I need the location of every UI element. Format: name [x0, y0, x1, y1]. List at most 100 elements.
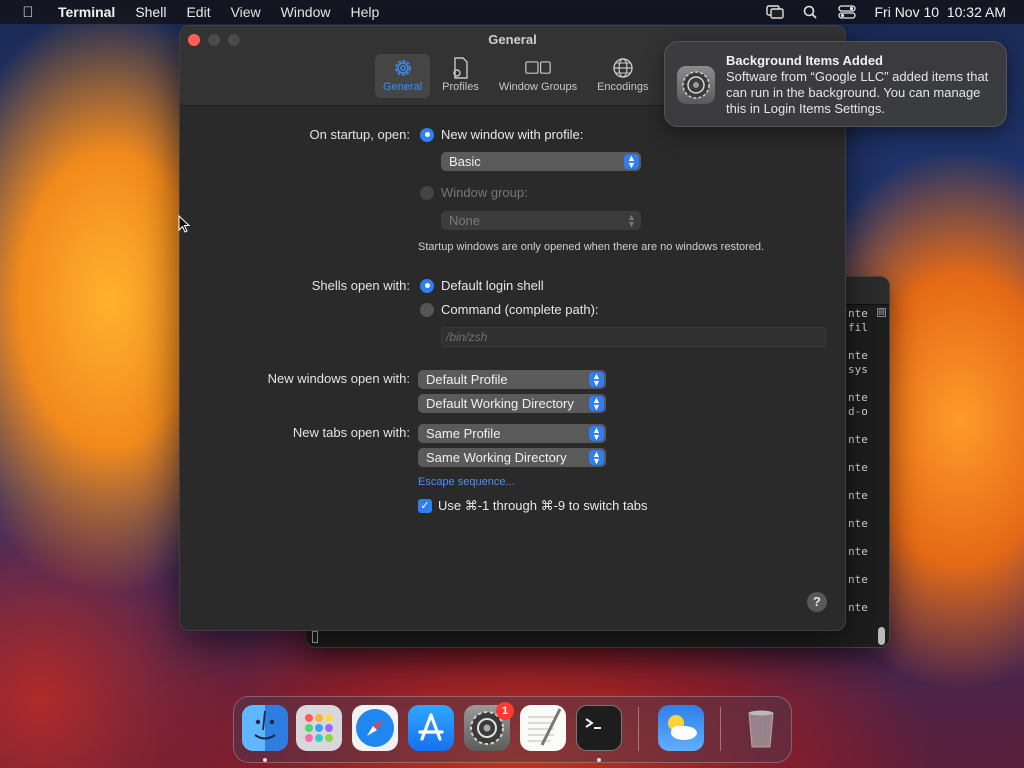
terminal-line: nte — [848, 601, 868, 614]
settings-content: On startup, open: New window with profil… — [180, 106, 845, 630]
textedit-icon[interactable] — [520, 705, 566, 751]
trash-icon[interactable] — [738, 705, 784, 751]
tab-general-label: General — [383, 81, 423, 93]
new-tabs-profile-value: Same Profile — [426, 426, 501, 441]
tab-window-groups[interactable]: Window Groups — [491, 54, 585, 98]
dock-separator — [638, 707, 639, 751]
new-tabs-label: New tabs open with: — [292, 425, 410, 440]
terminal-line: nte — [848, 391, 868, 404]
globe-icon — [613, 58, 633, 78]
terminal-line: nte — [848, 489, 868, 502]
finder-running-dot — [263, 758, 267, 762]
startup-group-value: None — [449, 213, 481, 228]
shell-command-input[interactable]: /bin/zsh — [441, 327, 826, 347]
gear-icon — [682, 71, 710, 99]
startup-label: On startup, open: — [309, 127, 410, 142]
chevron-updown-icon: ▲ ▼ — [589, 449, 604, 465]
terminal-line: nte — [848, 349, 868, 362]
chevron-updown-icon: ▲ ▼ — [589, 395, 604, 411]
new-windows-directory-select[interactable]: Default Working Directory ▲ ▼ — [418, 394, 606, 413]
terminal-line: d-o — [848, 405, 868, 418]
menu-shell[interactable]: Shell — [125, 0, 176, 24]
help-button[interactable]: ? — [807, 592, 827, 612]
tab-encodings-label: Encodings — [597, 81, 649, 93]
terminal-scroll-up-button[interactable]: ▤ — [877, 308, 886, 317]
terminal-line: nte — [848, 517, 868, 530]
terminal-scrollbar-thumb[interactable] — [878, 627, 885, 645]
startup-window-group-option[interactable]: Window group: — [420, 185, 528, 200]
safari-icon[interactable] — [352, 705, 398, 751]
chevron-updown-icon: ▲ ▼ — [627, 211, 636, 229]
tab-encodings[interactable]: Encodings — [589, 54, 656, 98]
new-windows-profile-value: Default Profile — [426, 372, 508, 387]
shell-default-login-label: Default login shell — [441, 278, 544, 293]
tab-profiles-label: Profiles — [442, 81, 479, 93]
chevron-updown-icon: ▲ ▼ — [589, 371, 604, 387]
tab-general[interactable]: General — [375, 54, 431, 98]
chevron-updown-icon: ▲ ▼ — [624, 153, 639, 169]
switch-tabs-option[interactable]: ✓ Use ⌘-1 through ⌘-9 to switch tabs — [418, 498, 648, 514]
system-settings-badge: 1 — [496, 702, 514, 720]
menu-help[interactable]: Help — [340, 0, 389, 24]
switch-tabs-checkbox[interactable]: ✓ — [418, 499, 432, 513]
menu-app-terminal[interactable]: Terminal — [52, 0, 125, 24]
shells-label: Shells open with: — [311, 278, 410, 293]
startup-window-group-label: Window group: — [441, 185, 528, 200]
terminal-running-dot — [597, 758, 601, 762]
new-windows-directory-value: Default Working Directory — [426, 396, 574, 411]
terminal-line: nte — [848, 573, 868, 586]
new-windows-label: New windows open with: — [267, 371, 410, 386]
spotlight-search-icon[interactable] — [802, 5, 820, 19]
terminal-line: nte — [848, 461, 868, 474]
new-tabs-profile-select[interactable]: Same Profile ▲ ▼ — [418, 424, 606, 443]
startup-note: Startup windows are only opened when the… — [418, 241, 765, 253]
app-store-icon[interactable] — [408, 705, 454, 751]
tab-profiles[interactable]: Profiles — [434, 54, 487, 98]
shell-command-radio[interactable] — [420, 302, 434, 317]
startup-new-window-label: New window with profile: — [441, 127, 584, 142]
shell-command-label: Command (complete path): — [441, 302, 599, 317]
startup-group-select[interactable]: None ▲ ▼ — [441, 211, 641, 230]
menubar-clock[interactable]: Fri Nov 10 10:32 AM — [874, 4, 1006, 20]
menu-view[interactable]: View — [221, 0, 271, 24]
shell-default-login-radio[interactable] — [420, 278, 434, 293]
terminal-line: fil — [848, 321, 868, 334]
terminal-line: nte — [848, 433, 868, 446]
menu-window[interactable]: Window — [271, 0, 341, 24]
weather-icon[interactable] — [658, 705, 704, 751]
mouse-pointer-icon — [178, 215, 190, 233]
notification-banner[interactable]: Background Items Added Software from “Go… — [664, 41, 1007, 127]
shell-command-option[interactable]: Command (complete path): — [420, 302, 599, 317]
new-tabs-directory-value: Same Working Directory — [426, 450, 567, 465]
startup-profile-select[interactable]: Basic ▲ ▼ — [441, 152, 641, 171]
startup-new-window-option[interactable]: New window with profile: — [420, 127, 583, 142]
menu-edit[interactable]: Edit — [176, 0, 220, 24]
apple-menu-icon[interactable]:  — [18, 4, 38, 21]
profiles-icon — [453, 57, 469, 79]
tab-window-groups-label: Window Groups — [498, 81, 578, 93]
switch-tabs-label: Use ⌘-1 through ⌘-9 to switch tabs — [438, 498, 648, 513]
system-settings-icon — [677, 66, 715, 104]
control-center-icon[interactable] — [838, 5, 857, 19]
terminal-icon[interactable] — [576, 705, 622, 751]
settings-tabbar: General Profiles Window Groups Encodings — [375, 54, 656, 98]
terminal-line: sys — [848, 363, 868, 376]
chevron-updown-icon: ▲ ▼ — [589, 425, 604, 441]
screen-mirroring-icon[interactable] — [766, 5, 785, 19]
new-tabs-directory-select[interactable]: Same Working Directory ▲ ▼ — [418, 448, 606, 467]
new-windows-profile-select[interactable]: Default Profile ▲ ▼ — [418, 370, 606, 389]
terminal-cursor — [312, 631, 318, 643]
launchpad-icon[interactable] — [296, 705, 342, 751]
notification-title: Background Items Added — [726, 53, 883, 68]
finder-icon[interactable] — [242, 705, 288, 751]
startup-new-window-radio[interactable] — [420, 127, 434, 142]
terminal-line: nte — [848, 545, 868, 558]
startup-profile-value: Basic — [449, 154, 481, 169]
startup-window-group-radio[interactable] — [420, 185, 434, 200]
dock: 1 — [233, 696, 792, 763]
gear-icon — [394, 60, 411, 76]
window-groups-icon — [525, 61, 551, 74]
escape-sequence-link[interactable]: Escape sequence... — [418, 476, 515, 488]
terminal-line: nte — [848, 307, 868, 320]
shell-default-login-option[interactable]: Default login shell — [420, 278, 544, 293]
